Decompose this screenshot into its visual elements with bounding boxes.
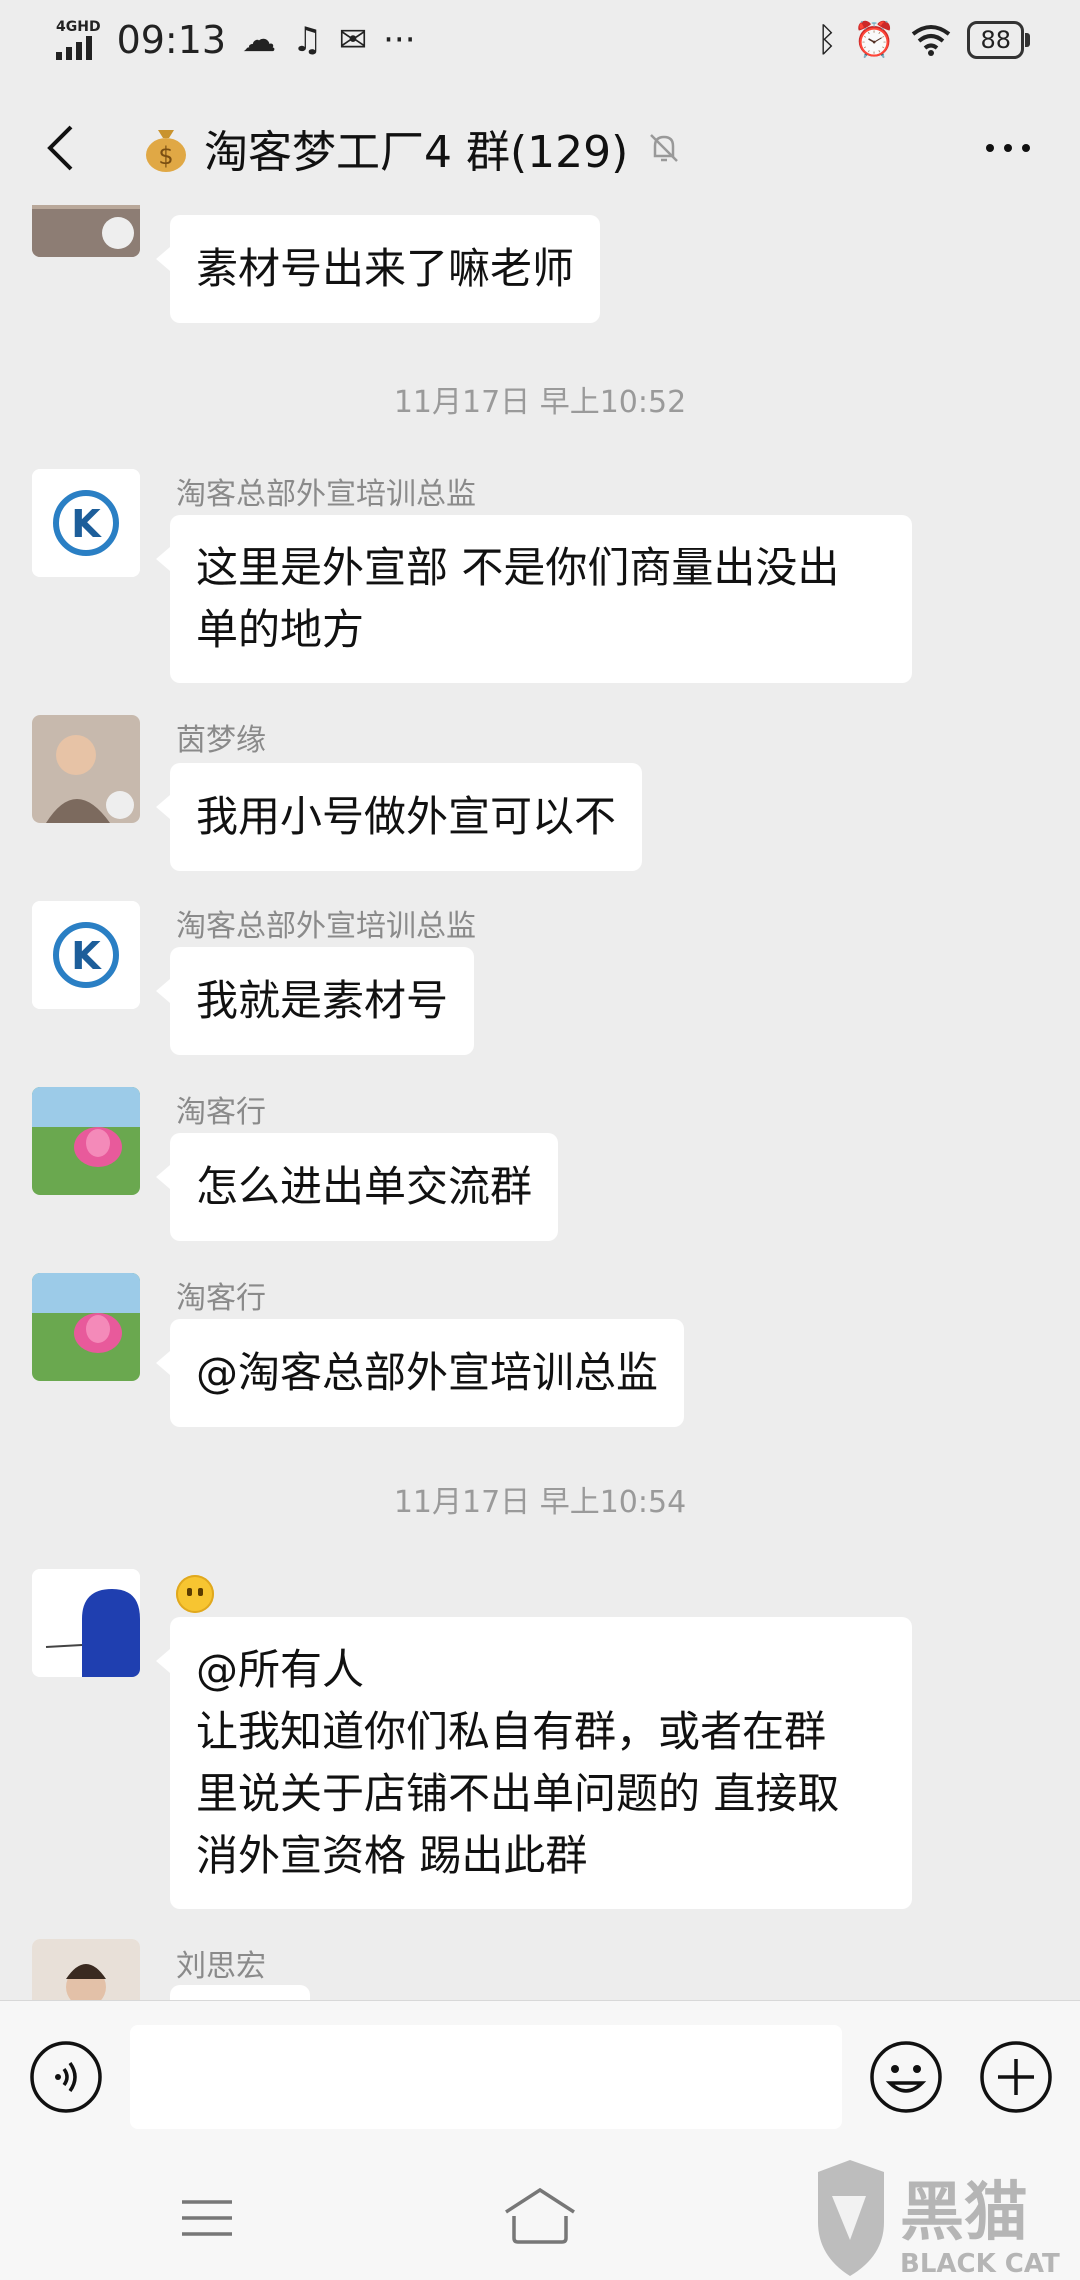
back-arrow-icon (47, 125, 73, 171)
network-type: 4GHD (56, 19, 101, 35)
svg-text:K: K (71, 934, 102, 978)
message-bubble[interactable]: 素材号出来了嘛老师 (155, 215, 601, 323)
avatar[interactable]: K (32, 901, 140, 1009)
sender-name: 茵梦缘 (176, 723, 266, 758)
message-bubble[interactable] (170, 1985, 310, 2000)
timestamp: 11月17日 早上10:52 (393, 385, 687, 420)
svg-text:BLACK CAT: BLACK CAT (900, 2249, 1060, 2279)
sender-name: 刘思宏 (176, 1949, 266, 1984)
more-dot (1022, 144, 1030, 152)
back-button[interactable] (30, 118, 90, 178)
message-bubble[interactable]: 我就是素材号 (155, 947, 475, 1055)
bluetooth-icon: ᛒ (816, 20, 838, 60)
money-bag-icon: $ (146, 130, 186, 172)
chat-header: $ 淘客梦工厂4 群(129) (0, 92, 1080, 204)
avatar[interactable] (32, 1273, 140, 1381)
more-functions-button[interactable] (978, 2039, 1054, 2119)
more-dots-icon (986, 144, 994, 152)
status-left: 4GHD 09:13 ☁ ♫ ✉ ··· (56, 18, 416, 62)
alarm-icon: ⏰ (853, 20, 896, 60)
chat-area[interactable]: 素材号出来了嘛老师 11月17日 早上10:52 K 淘客总部外宣培训总监 这里… (0, 205, 1080, 2000)
avatar-image (32, 205, 140, 257)
page-title: 淘客梦工厂4 群(129) (204, 127, 629, 178)
sender-name: 淘客行 (176, 1281, 266, 1316)
home-button[interactable] (502, 2186, 578, 2250)
music-icon: ♫ (292, 20, 323, 60)
avatar[interactable]: K (32, 469, 140, 577)
message-bubble[interactable]: @淘客总部外宣培训总监 (155, 1319, 685, 1427)
avatar-image (32, 1087, 140, 1195)
sender-name: 淘客总部外宣培训总监 (176, 909, 476, 944)
status-bar: 4GHD 09:13 ☁ ♫ ✉ ··· ᛒ ⏰ 88 (0, 0, 1080, 80)
plus-icon (980, 2041, 1052, 2113)
avatar-image (32, 715, 140, 823)
input-bar (0, 2000, 1080, 2157)
menu-button[interactable] (180, 2198, 234, 2242)
status-right: ᛒ ⏰ 88 (816, 20, 1030, 60)
avatar[interactable] (32, 1569, 140, 1677)
system-nav-bar: 黑猫 BLACK CAT (0, 2156, 1080, 2280)
network-indicator: 4GHD (56, 20, 101, 60)
battery-indicator: 88 (967, 21, 1030, 59)
emoji-nickname-icon (176, 1575, 214, 1613)
timestamp: 11月17日 早上10:54 (393, 1485, 687, 1520)
sender-name: 淘客行 (176, 1095, 266, 1130)
voice-button[interactable] (28, 2039, 104, 2119)
message-bubble[interactable]: 这里是外宣部 不是你们商量出没出 单的地方 (156, 515, 912, 683)
avatar-image (32, 1939, 140, 2000)
more-notifications-icon: ··· (383, 20, 416, 60)
mute-bell-icon (650, 134, 679, 162)
avatar[interactable] (32, 715, 140, 823)
svg-text:黑猫: 黑猫 (900, 2176, 1028, 2250)
menu-icon (182, 2200, 232, 2236)
home-icon (505, 2187, 575, 2244)
svg-text:K: K (71, 502, 102, 546)
message-bubble[interactable]: @所有人 让我知道你们私自有群，或者在群 里说关于店铺不出单问题的 直接取 消外… (156, 1617, 912, 1909)
avatar-image: K (32, 469, 140, 577)
message-input[interactable] (130, 2025, 842, 2129)
avatar[interactable] (32, 1939, 140, 2000)
avatar-image (32, 1273, 140, 1381)
avatar[interactable] (32, 205, 140, 257)
wifi-icon (912, 25, 951, 56)
voice-icon (30, 2041, 102, 2113)
message-bubble[interactable]: 我用小号做外宣可以不 (155, 763, 643, 871)
signal-icon (56, 34, 92, 60)
clock: 09:13 (116, 18, 227, 62)
cloud-icon: ☁ (242, 20, 277, 60)
emoji-button[interactable] (868, 2039, 944, 2119)
blackcat-watermark-logo: 黑猫 BLACK CAT (818, 2160, 1060, 2279)
wechat-icon: ✉ (338, 20, 368, 60)
svg-text:$: $ (158, 142, 173, 170)
message-bubble[interactable]: 怎么进出单交流群 (155, 1133, 559, 1241)
sender-name: 淘客总部外宣培训总监 (176, 477, 476, 512)
emoji-icon (870, 2041, 942, 2113)
more-dot (1004, 144, 1012, 152)
avatar-image (32, 1569, 140, 1677)
avatar[interactable] (32, 1087, 140, 1195)
avatar-image: K (32, 901, 140, 1009)
more-options-button[interactable] (966, 124, 1050, 172)
